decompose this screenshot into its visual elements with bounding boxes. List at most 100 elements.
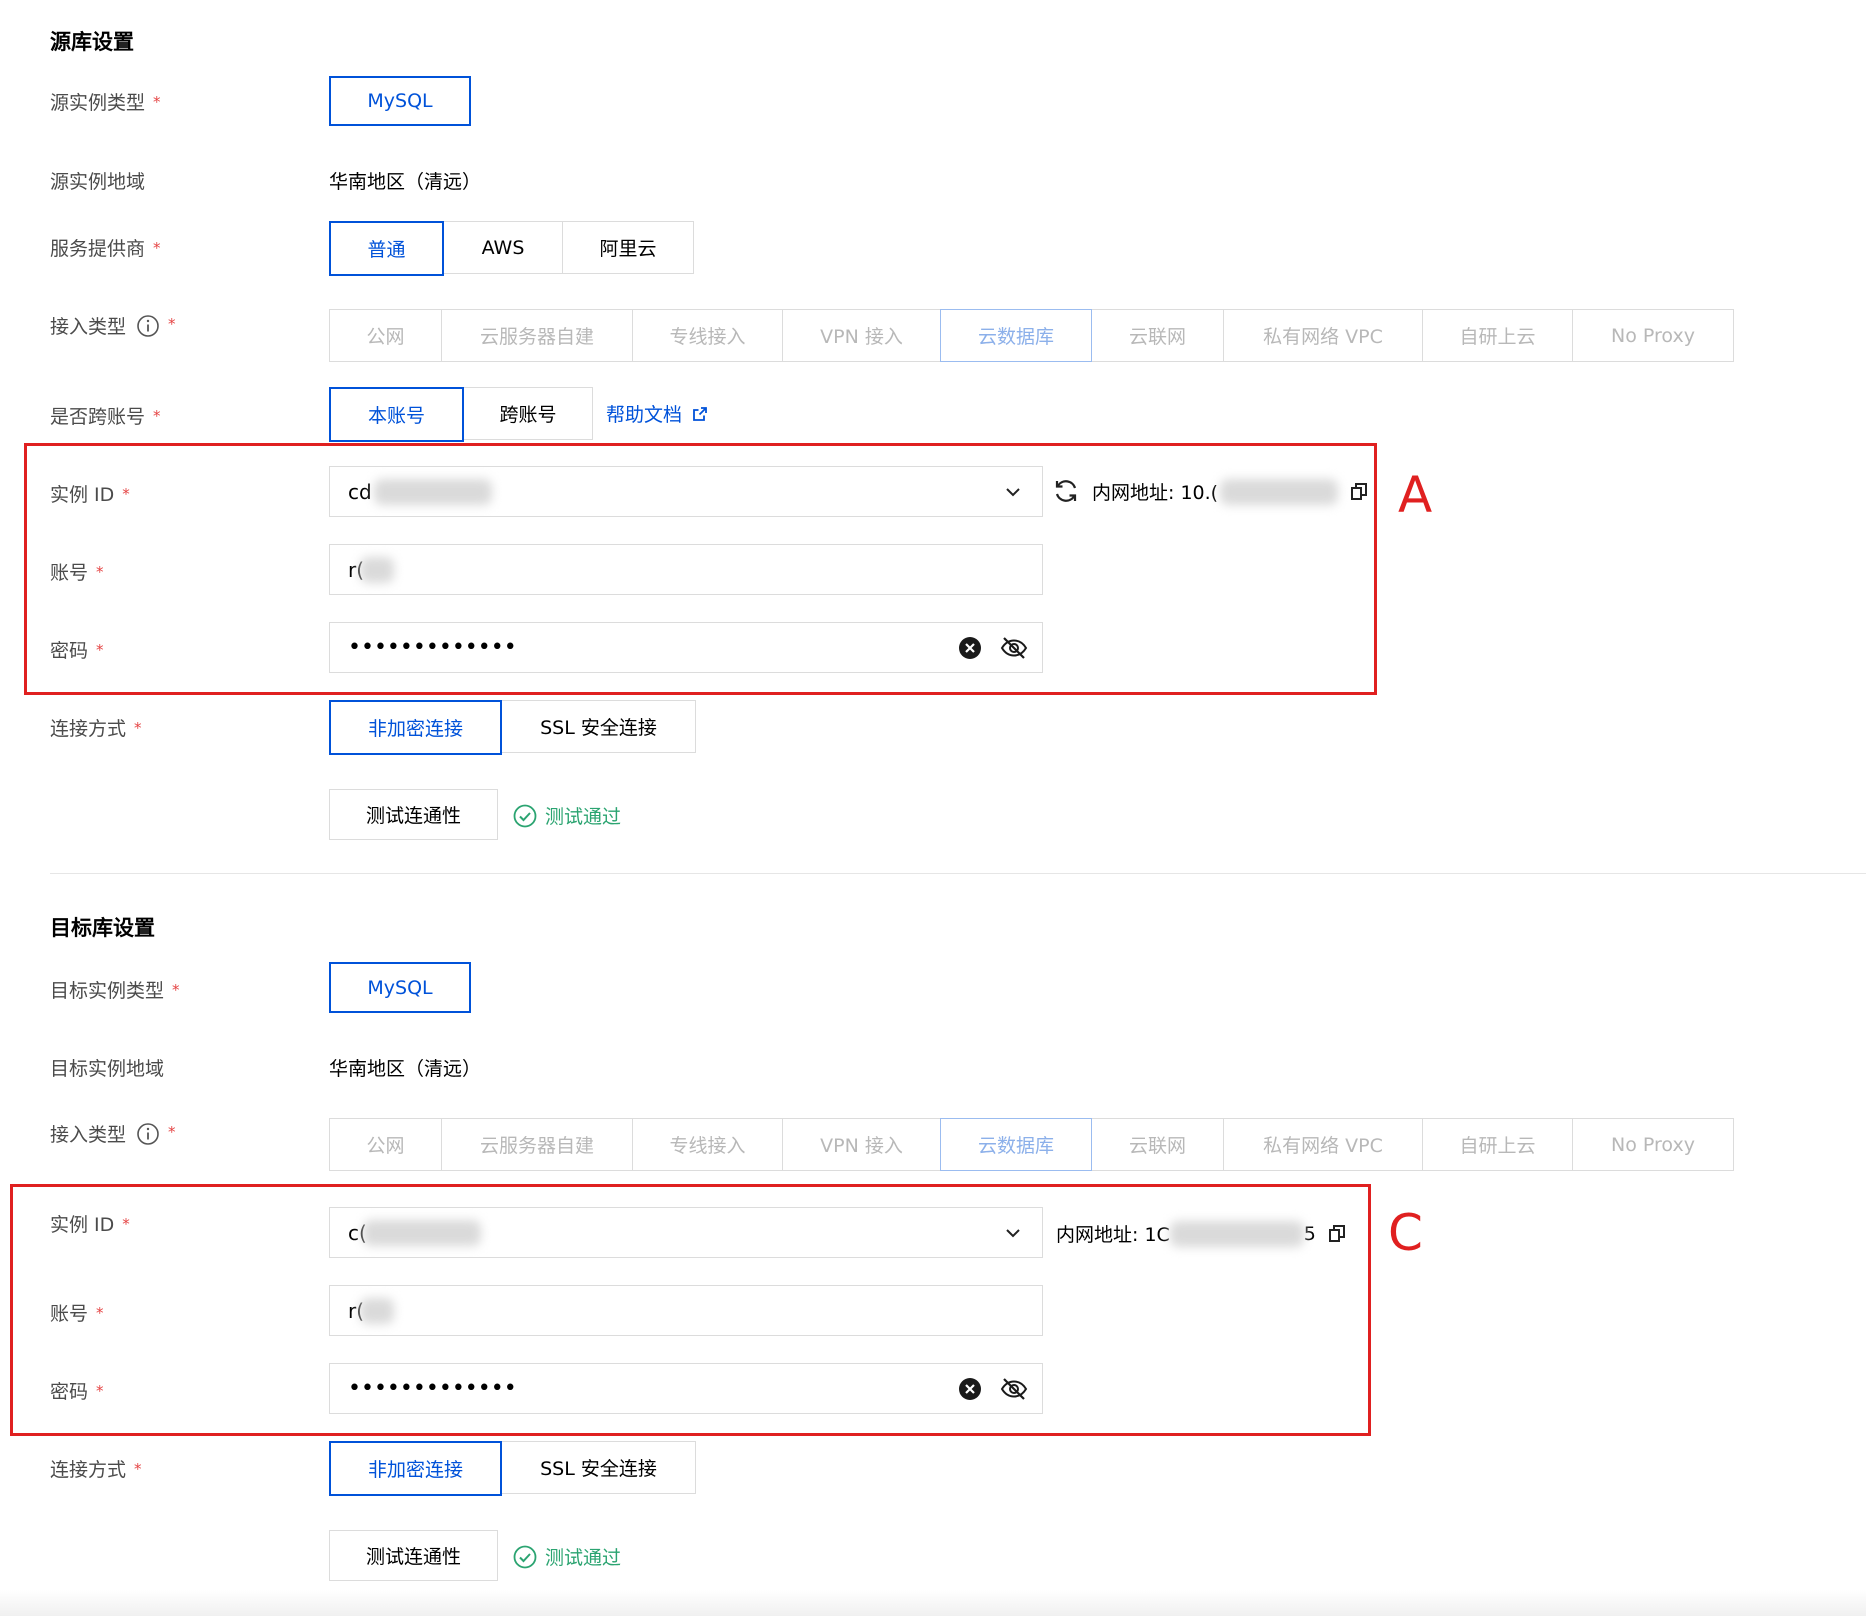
redacted-blur — [360, 1297, 395, 1324]
source-account-input[interactable]: r( — [329, 544, 1043, 595]
redacted-blur — [1220, 478, 1339, 505]
target-access-type-label: 接入类型 * — [50, 1120, 176, 1147]
target-mysql-button[interactable]: MySQL — [329, 962, 471, 1013]
target-intranet-address: 内网地址: 1C 5 — [1056, 1220, 1346, 1247]
target-test-connectivity-button[interactable]: 测试连通性 — [329, 1530, 498, 1581]
copy-icon[interactable] — [1350, 482, 1368, 502]
required-mark: * — [153, 239, 161, 257]
access-option-noproxy: No Proxy — [1572, 309, 1734, 362]
intranet-label-text: 内网地址: 1C — [1056, 1224, 1170, 1246]
access-option-ccn: 云联网 — [1091, 309, 1224, 362]
required-mark: * — [153, 407, 161, 425]
target-password-value: ••••••••••••• — [348, 1376, 517, 1401]
access-option-ccn: 云联网 — [1091, 1118, 1224, 1171]
target-password-label: 密码 * — [50, 1377, 104, 1404]
copy-icon[interactable] — [1328, 1224, 1346, 1244]
target-section-title: 目标库设置 — [50, 916, 155, 940]
provider-option-aliyun[interactable]: 阿里云 — [562, 221, 694, 274]
source-connection-label: 连接方式 * — [50, 714, 142, 741]
cross-account-segmented: 本账号 跨账号 — [329, 387, 593, 442]
access-option-cvm: 云服务器自建 — [441, 309, 633, 362]
annotation-label-a: A — [1398, 466, 1433, 524]
chevron-down-icon — [1004, 483, 1022, 501]
redacted-blur — [373, 478, 492, 505]
target-connection-segmented: 非加密连接 SSL 安全连接 — [329, 1441, 696, 1496]
redacted-blur — [1169, 1220, 1304, 1247]
source-test-connectivity-button[interactable]: 测试连通性 — [329, 789, 498, 840]
access-option-cdb: 云数据库 — [940, 309, 1092, 362]
target-instance-type-label: 目标实例类型 * — [50, 976, 180, 1003]
source-password-input[interactable]: ••••••••••••• — [329, 622, 1043, 673]
access-option-vpn: VPN 接入 — [782, 1118, 941, 1171]
intranet-suffix-text: 5 — [1303, 1222, 1316, 1245]
source-instance-type-label: 源实例类型 * — [50, 88, 161, 115]
source-password-label: 密码 * — [50, 636, 104, 663]
redacted-blur — [362, 1219, 481, 1246]
label-text: 是否跨账号 — [50, 406, 146, 428]
access-option-dc: 专线接入 — [632, 309, 783, 362]
label-text: 连接方式 — [50, 1459, 127, 1481]
refresh-icon[interactable] — [1052, 477, 1080, 505]
required-mark: * — [168, 314, 176, 333]
intranet-label-text: 内网地址: 10.( — [1092, 482, 1219, 504]
label-text: 源实例类型 — [50, 92, 146, 114]
target-test-status: 测试通过 — [513, 1543, 621, 1570]
info-icon[interactable] — [136, 1122, 160, 1146]
target-account-label: 账号 * — [50, 1299, 104, 1326]
source-password-value: ••••••••••••• — [348, 635, 517, 660]
eye-off-icon[interactable] — [1000, 636, 1028, 660]
check-circle-icon — [513, 1545, 537, 1569]
label-text: 目标实例类型 — [50, 980, 165, 1002]
provider-segmented: 普通 AWS 阿里云 — [329, 221, 694, 276]
provider-option-aws[interactable]: AWS — [443, 221, 563, 274]
help-doc-link[interactable]: 帮助文档 — [606, 400, 708, 427]
clear-icon[interactable] — [958, 636, 982, 660]
required-mark: * — [153, 93, 161, 111]
cross-account-label: 是否跨账号 * — [50, 402, 161, 429]
provider-option-normal[interactable]: 普通 — [329, 221, 444, 276]
target-test-status-text: 测试通过 — [545, 1547, 622, 1569]
target-connection-option-ssl[interactable]: SSL 安全连接 — [501, 1441, 696, 1494]
source-connection-option-ssl[interactable]: SSL 安全连接 — [501, 700, 696, 753]
source-section-title: 源库设置 — [50, 30, 134, 54]
required-mark: * — [96, 1382, 104, 1400]
access-option-self: 自研上云 — [1422, 1118, 1573, 1171]
source-region-value: 华南地区（清远） — [329, 171, 482, 193]
access-option-public: 公网 — [329, 1118, 442, 1171]
access-option-dc: 专线接入 — [632, 1118, 783, 1171]
label-text: 实例 ID — [50, 1214, 115, 1236]
label-text: 密码 — [50, 1381, 89, 1403]
required-mark: * — [134, 719, 142, 737]
chevron-down-icon — [1004, 1224, 1022, 1242]
source-account-label: 账号 * — [50, 558, 104, 585]
source-mysql-button[interactable]: MySQL — [329, 76, 471, 126]
source-connection-option-plain[interactable]: 非加密连接 — [329, 700, 502, 755]
cross-account-option-self[interactable]: 本账号 — [329, 387, 464, 442]
source-connection-segmented: 非加密连接 SSL 安全连接 — [329, 700, 696, 755]
source-access-type-label: 接入类型 * — [50, 312, 176, 339]
required-mark: * — [134, 1460, 142, 1478]
target-password-input[interactable]: ••••••••••••• — [329, 1363, 1043, 1414]
eye-off-icon[interactable] — [1000, 1377, 1028, 1401]
label-text: 密码 — [50, 640, 89, 662]
redacted-blur — [360, 556, 395, 583]
section-divider — [50, 873, 1866, 874]
access-option-vpc: 私有网络 VPC — [1223, 309, 1423, 362]
info-icon[interactable] — [136, 314, 160, 338]
label-text: 连接方式 — [50, 718, 127, 740]
source-region-label: 源实例地域 — [50, 171, 146, 193]
access-option-self: 自研上云 — [1422, 309, 1573, 362]
required-mark: * — [96, 641, 104, 659]
target-account-input[interactable]: r( — [329, 1285, 1043, 1336]
cross-account-option-cross[interactable]: 跨账号 — [463, 387, 593, 440]
target-connection-label: 连接方式 * — [50, 1455, 142, 1482]
clear-icon[interactable] — [958, 1377, 982, 1401]
target-instance-id-select[interactable]: c( — [329, 1207, 1043, 1258]
access-option-vpn: VPN 接入 — [782, 309, 941, 362]
source-instance-id-select[interactable]: cd — [329, 466, 1043, 517]
source-instance-id-label: 实例 ID * — [50, 480, 130, 507]
source-test-status-text: 测试通过 — [545, 806, 622, 828]
annotation-label-c: C — [1388, 1204, 1423, 1262]
access-option-cdb: 云数据库 — [940, 1118, 1092, 1171]
target-connection-option-plain[interactable]: 非加密连接 — [329, 1441, 502, 1496]
